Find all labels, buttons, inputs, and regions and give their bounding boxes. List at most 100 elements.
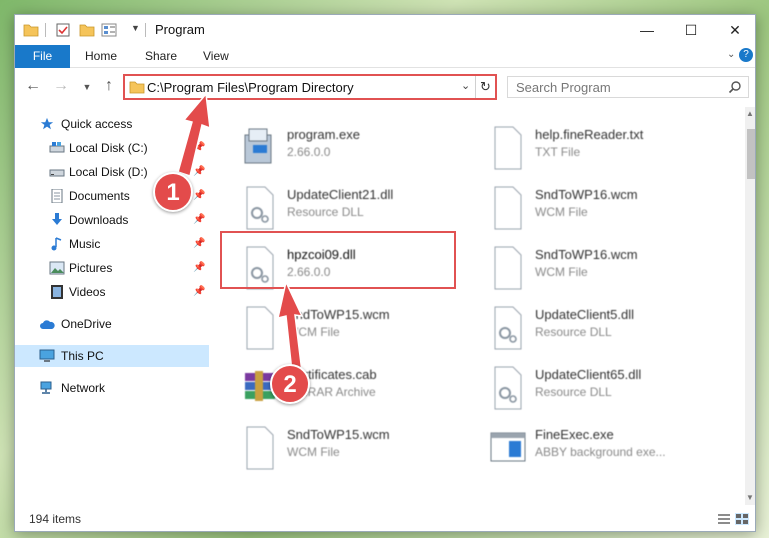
address-dropdown-icon[interactable]: ⌄ (461, 79, 470, 92)
pin-icon[interactable]: 📌 (193, 137, 205, 159)
file-name: SndToWP16.wcm (535, 247, 638, 262)
tab-file[interactable]: File (15, 45, 70, 68)
properties-check-icon[interactable] (55, 22, 71, 38)
file-detail: WCM File (287, 325, 340, 339)
search-icon[interactable] (728, 80, 742, 94)
pin-icon[interactable]: 📌 (193, 233, 205, 255)
back-arrow-icon[interactable]: ← (23, 77, 43, 95)
sidebar-item-local-disk-d[interactable]: Local Disk (D:) 📌 (15, 161, 209, 183)
list-item-hpzcoi09-dll[interactable]: hpzcoi09.dll 2.66.0.0 (237, 241, 477, 299)
list-item[interactable]: FineExec.exe ABBY background exe... (485, 421, 725, 479)
search-input[interactable]: Search Program (507, 76, 749, 98)
sidebar-item-pictures[interactable]: Pictures 📌 (15, 257, 209, 279)
recent-locations-icon[interactable]: ▼ (77, 82, 97, 92)
file-detail: WCM File (287, 445, 340, 459)
list-item[interactable]: SndToWP16.wcm WCM File (485, 241, 725, 299)
large-icons-view-icon[interactable] (735, 513, 749, 525)
file-icon (246, 426, 274, 470)
file-name: SndToWP15.wcm (287, 307, 390, 322)
dll-icon (246, 186, 274, 230)
file-list: program.exe 2.66.0.0 help.fineReader.txt… (211, 107, 745, 505)
address-bar[interactable]: C:\Program Files\Program Directory ⌄ ↻ (123, 74, 497, 100)
installer-icon (244, 128, 272, 164)
file-name: UpdateClient5.dll (535, 307, 635, 322)
explorer-window: ▼ Program — ☐ ✕ File Home Share View ⌄ ?… (14, 14, 756, 532)
star-icon (40, 117, 54, 130)
dll-icon (246, 246, 274, 290)
download-icon (52, 213, 62, 225)
quick-access-dropdown-icon[interactable]: ▼ (131, 23, 140, 33)
list-item[interactable]: SndToWP15.wcm WCM File (237, 301, 477, 359)
sidebar-item-label: Network (61, 381, 106, 395)
sidebar-item-documents[interactable]: Documents 📌 (15, 185, 209, 207)
new-folder-icon[interactable] (79, 22, 95, 38)
sidebar-item-downloads[interactable]: Downloads 📌 (15, 209, 209, 231)
scroll-up-icon[interactable]: ▲ (746, 109, 754, 118)
file-name: hpzcoi09.dll (287, 247, 356, 262)
file-detail: TXT File (535, 145, 581, 159)
search-placeholder: Search Program (516, 80, 611, 95)
details-view-icon[interactable] (717, 513, 731, 525)
refresh-icon[interactable]: ↻ (475, 76, 495, 98)
file-detail: 2.66.0.0 (287, 265, 331, 279)
list-item[interactable]: Certificates.cab WinRAR Archive (237, 361, 477, 419)
sidebar-item-videos[interactable]: Videos 📌 (15, 281, 209, 303)
list-item[interactable]: SndToWP16.wcm WCM File (485, 181, 725, 239)
tab-share[interactable]: Share (135, 45, 187, 68)
file-name: UpdateClient65.dll (535, 367, 642, 382)
sidebar-item-label: Pictures (69, 261, 113, 275)
list-item[interactable]: help.fineReader.txt TXT File (485, 121, 725, 179)
status-bar: 194 items (15, 507, 755, 531)
dll-icon (494, 366, 522, 410)
sidebar-item-label: OneDrive (61, 317, 112, 331)
file-detail: WCM File (535, 205, 588, 219)
minimize-button[interactable]: — (625, 15, 669, 45)
pin-icon[interactable]: 📌 (193, 161, 205, 183)
vertical-scrollbar[interactable]: ▲ ▼ (745, 107, 755, 505)
sidebar-item-network[interactable]: Network (15, 377, 209, 399)
tab-home[interactable]: Home (75, 45, 127, 68)
sidebar-item-local-disk-c[interactable]: Local Disk (C:) 📌 (15, 137, 209, 159)
document-icon (51, 189, 63, 203)
tab-view[interactable]: View (193, 45, 239, 68)
sidebar-item-quick-access[interactable]: Quick access (15, 113, 209, 135)
expand-ribbon-icon[interactable]: ⌄ (727, 49, 735, 60)
sidebar-item-label: Local Disk (C:) (69, 141, 148, 155)
sidebar-item-onedrive[interactable]: OneDrive (15, 313, 209, 335)
pin-icon[interactable]: 📌 (193, 257, 205, 279)
customize-icon[interactable] (101, 22, 117, 38)
file-name: SndToWP16.wcm (535, 187, 638, 202)
up-arrow-icon[interactable]: ↑ (99, 77, 119, 95)
sidebar-item-music[interactable]: Music 📌 (15, 233, 209, 255)
address-path[interactable]: C:\Program Files\Program Directory (147, 80, 354, 95)
file-icon (246, 306, 274, 350)
sidebar-item-label: Downloads (69, 213, 129, 227)
list-item[interactable]: UpdateClient21.dll Resource DLL (237, 181, 477, 239)
pin-icon[interactable]: 📌 (193, 185, 205, 207)
list-item[interactable]: UpdateClient65.dll Resource DLL (485, 361, 725, 419)
scroll-down-icon[interactable]: ▼ (746, 493, 754, 502)
scroll-thumb[interactable] (747, 129, 755, 179)
forward-arrow-icon[interactable]: → (51, 77, 71, 95)
list-item[interactable]: program.exe 2.66.0.0 (237, 121, 477, 179)
file-icon (494, 126, 522, 170)
file-detail: 2.66.0.0 (287, 145, 331, 159)
file-icon (494, 186, 522, 230)
folder-icon (23, 24, 39, 37)
sidebar-item-label: Quick access (61, 117, 133, 131)
file-name: program.exe (287, 127, 360, 142)
network-icon (40, 381, 52, 394)
sidebar-item-this-pc[interactable]: This PC (15, 345, 209, 367)
sidebar-item-label: Documents (69, 189, 130, 203)
sidebar-item-label: Local Disk (D:) (69, 165, 148, 179)
list-item[interactable]: SndToWP15.wcm WCM File (237, 421, 477, 479)
file-detail: Resource DLL (535, 325, 612, 339)
ribbon-tabs: File Home Share View ⌄ ? (15, 45, 755, 68)
pin-icon[interactable]: 📌 (193, 209, 205, 231)
maximize-button[interactable]: ☐ (669, 15, 713, 45)
close-button[interactable]: ✕ (713, 15, 755, 45)
list-item[interactable]: UpdateClient5.dll Resource DLL (485, 301, 725, 359)
pin-icon[interactable]: 📌 (193, 281, 205, 303)
file-icon (494, 246, 522, 290)
help-icon[interactable]: ? (739, 48, 753, 62)
